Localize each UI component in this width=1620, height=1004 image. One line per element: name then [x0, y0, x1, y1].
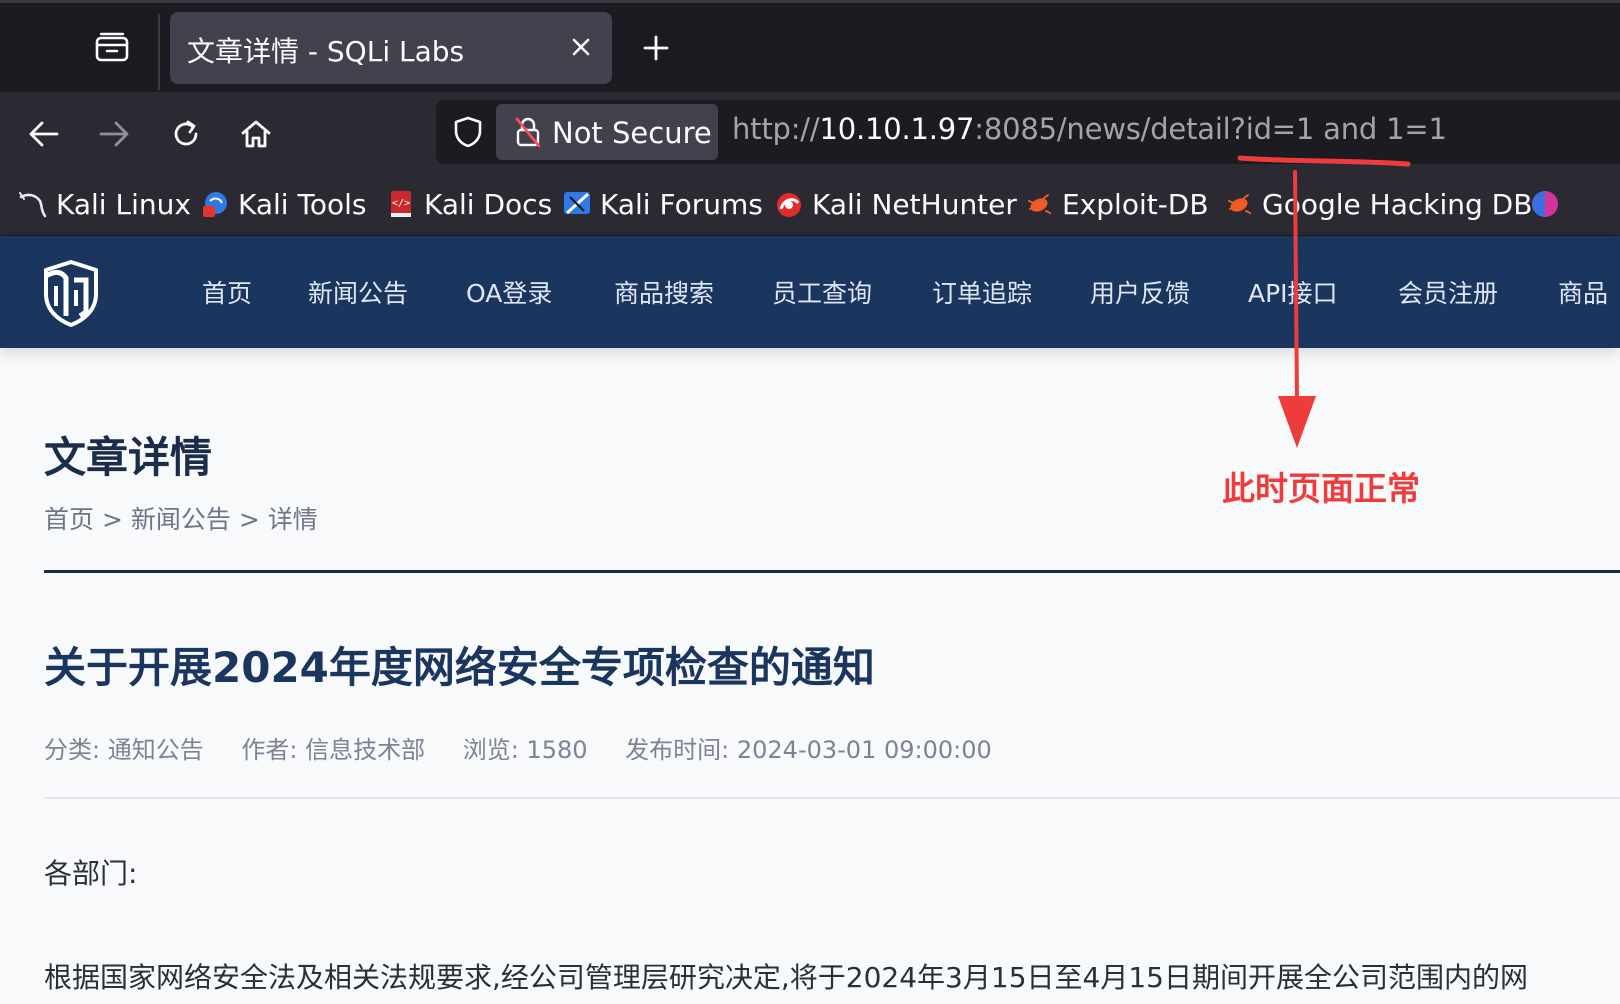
annotation-text: 此时页面正常 [1222, 469, 1420, 508]
annotation-arrow-shaft [1293, 170, 1299, 406]
annotation-underline [1237, 155, 1411, 167]
annotation-arrow-head [1278, 396, 1316, 448]
